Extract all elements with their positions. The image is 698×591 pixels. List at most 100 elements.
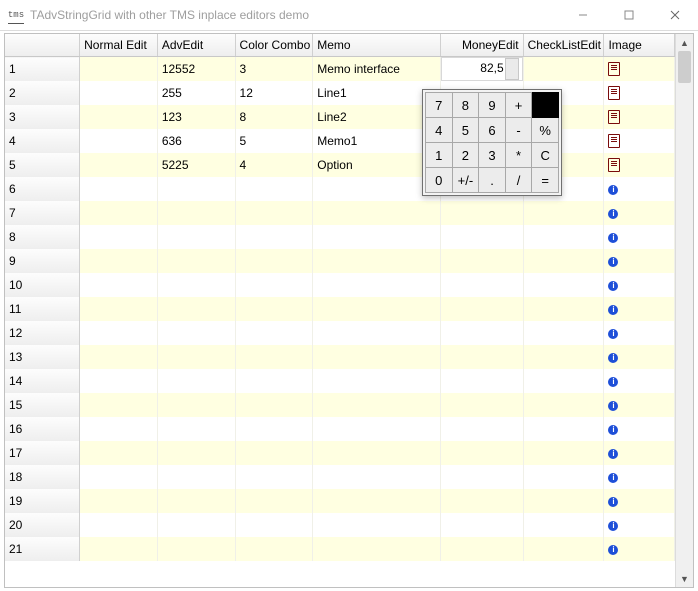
cell-memo[interactable] (313, 369, 440, 393)
cell-image[interactable] (604, 81, 675, 105)
col-advedit[interactable]: AdvEdit (157, 34, 235, 57)
cell-color-combo[interactable] (235, 441, 313, 465)
row-number[interactable]: 17 (5, 441, 80, 465)
calc-key-add[interactable]: + (505, 93, 532, 118)
cell-normal-edit[interactable] (80, 249, 158, 273)
cell-image[interactable] (604, 129, 675, 153)
cell-advedit[interactable] (157, 297, 235, 321)
calc-key-9[interactable]: 9 (479, 93, 506, 118)
cell-image[interactable]: i (604, 465, 675, 489)
table-row[interactable]: 10i (5, 273, 675, 297)
col-normal-edit[interactable]: Normal Edit (80, 34, 158, 57)
cell-advedit[interactable]: 255 (157, 81, 235, 105)
row-number[interactable]: 4 (5, 129, 80, 153)
cell-color-combo[interactable]: 3 (235, 57, 313, 82)
cell-advedit[interactable]: 12552 (157, 57, 235, 82)
cell-advedit[interactable] (157, 417, 235, 441)
cell-advedit[interactable] (157, 225, 235, 249)
table-row[interactable]: 552254Option (5, 153, 675, 177)
cell-checklist[interactable] (523, 465, 604, 489)
col-checklist[interactable]: CheckListEdit (523, 34, 604, 57)
table-row[interactable]: 46365Memo1 (5, 129, 675, 153)
cell-advedit[interactable] (157, 369, 235, 393)
cell-color-combo[interactable] (235, 201, 313, 225)
cell-color-combo[interactable]: 8 (235, 105, 313, 129)
cell-moneyedit[interactable] (440, 273, 523, 297)
cell-memo[interactable] (313, 225, 440, 249)
cell-moneyedit[interactable] (440, 369, 523, 393)
cell-normal-edit[interactable] (80, 393, 158, 417)
cell-memo[interactable] (313, 489, 440, 513)
cell-normal-edit[interactable] (80, 321, 158, 345)
cell-normal-edit[interactable] (80, 105, 158, 129)
cell-checklist[interactable] (523, 489, 604, 513)
cell-color-combo[interactable] (235, 393, 313, 417)
row-number[interactable]: 13 (5, 345, 80, 369)
calc-key-mul[interactable]: * (505, 143, 532, 168)
scroll-track[interactable] (676, 51, 693, 570)
row-number[interactable]: 19 (5, 489, 80, 513)
cell-memo[interactable] (313, 465, 440, 489)
row-number[interactable]: 7 (5, 201, 80, 225)
col-image[interactable]: Image (604, 34, 675, 57)
cell-moneyedit[interactable]: 82,5 (440, 57, 523, 82)
window-close-button[interactable] (652, 0, 698, 30)
table-row[interactable]: 12i (5, 321, 675, 345)
window-minimize-button[interactable] (560, 0, 606, 30)
cell-advedit[interactable] (157, 345, 235, 369)
cell-advedit[interactable] (157, 249, 235, 273)
cell-moneyedit[interactable] (440, 417, 523, 441)
row-number[interactable]: 3 (5, 105, 80, 129)
calc-key-1[interactable]: 1 (426, 143, 453, 168)
cell-normal-edit[interactable] (80, 537, 158, 561)
cell-advedit[interactable] (157, 489, 235, 513)
cell-checklist[interactable] (523, 441, 604, 465)
cell-normal-edit[interactable] (80, 177, 158, 201)
cell-moneyedit[interactable] (440, 297, 523, 321)
cell-advedit[interactable]: 123 (157, 105, 235, 129)
col-memo[interactable]: Memo (313, 34, 440, 57)
cell-image[interactable]: i (604, 297, 675, 321)
cell-normal-edit[interactable] (80, 153, 158, 177)
cell-normal-edit[interactable] (80, 345, 158, 369)
cell-memo[interactable] (313, 201, 440, 225)
cell-advedit[interactable] (157, 321, 235, 345)
cell-image[interactable]: i (604, 441, 675, 465)
row-number[interactable]: 1 (5, 57, 80, 82)
cell-memo[interactable] (313, 297, 440, 321)
cell-moneyedit[interactable] (440, 441, 523, 465)
cell-normal-edit[interactable] (80, 81, 158, 105)
row-number[interactable]: 16 (5, 417, 80, 441)
cell-color-combo[interactable] (235, 273, 313, 297)
row-number[interactable]: 5 (5, 153, 80, 177)
cell-moneyedit[interactable] (440, 225, 523, 249)
cell-advedit[interactable] (157, 177, 235, 201)
cell-advedit[interactable] (157, 465, 235, 489)
cell-normal-edit[interactable] (80, 369, 158, 393)
cell-image[interactable] (604, 57, 675, 82)
table-row[interactable]: 20i (5, 513, 675, 537)
calc-key-7[interactable]: 7 (426, 93, 453, 118)
calc-key-2[interactable]: 2 (452, 143, 479, 168)
cell-checklist[interactable] (523, 345, 604, 369)
cell-color-combo[interactable] (235, 465, 313, 489)
calc-key-8[interactable]: 8 (452, 93, 479, 118)
cell-image[interactable]: i (604, 369, 675, 393)
vertical-scrollbar[interactable]: ▲ ▼ (675, 34, 693, 587)
cell-advedit[interactable]: 5225 (157, 153, 235, 177)
cell-normal-edit[interactable] (80, 129, 158, 153)
cell-memo[interactable] (313, 273, 440, 297)
cell-advedit[interactable] (157, 513, 235, 537)
col-color-combo[interactable]: Color Combo (235, 34, 313, 57)
cell-image[interactable]: i (604, 321, 675, 345)
table-row[interactable]: 19i (5, 489, 675, 513)
cell-color-combo[interactable] (235, 177, 313, 201)
calc-key-dot[interactable]: . (479, 168, 506, 193)
cell-image[interactable]: i (604, 177, 675, 201)
cell-checklist[interactable] (523, 417, 604, 441)
cell-image[interactable]: i (604, 345, 675, 369)
row-number[interactable]: 20 (5, 513, 80, 537)
scroll-down-arrow-icon[interactable]: ▼ (676, 570, 693, 587)
cell-moneyedit[interactable] (440, 489, 523, 513)
cell-color-combo[interactable]: 5 (235, 129, 313, 153)
